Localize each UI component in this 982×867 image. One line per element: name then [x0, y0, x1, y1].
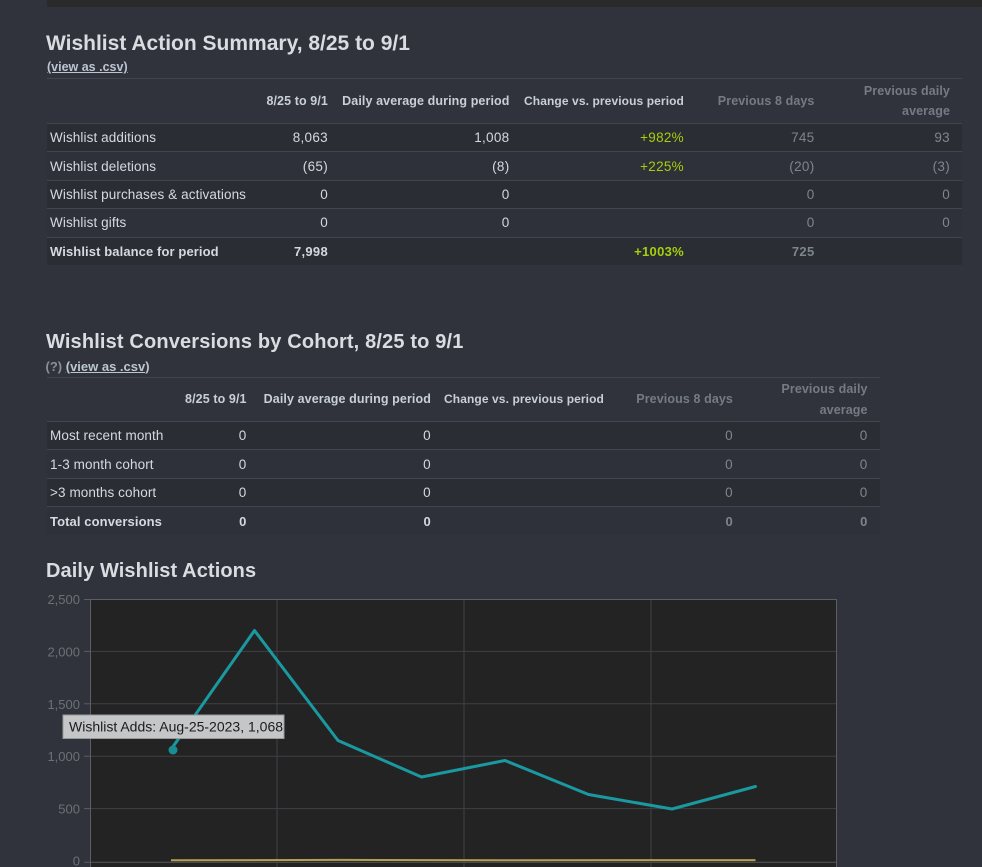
svg-text:2,500: 2,500	[47, 592, 80, 607]
svg-text:2,000: 2,000	[47, 644, 80, 659]
svg-text:Wishlist Adds: Aug-25-2023, 1,: Wishlist Adds: Aug-25-2023, 1,068	[69, 719, 283, 735]
svg-text:1,500: 1,500	[47, 697, 80, 712]
svg-text:0: 0	[73, 853, 80, 867]
svg-text:1,000: 1,000	[47, 749, 80, 764]
svg-text:500: 500	[58, 802, 80, 817]
